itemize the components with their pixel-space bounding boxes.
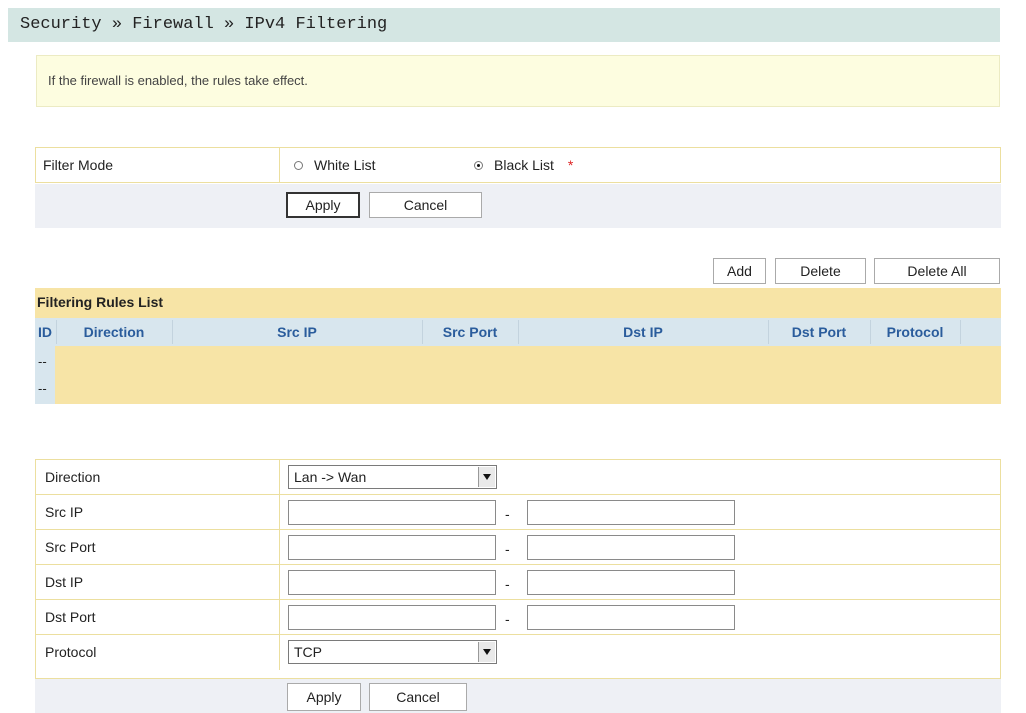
- dst-ip-row: Dst IP -: [36, 565, 1000, 600]
- black-list-radio[interactable]: [474, 160, 483, 170]
- rule-cancel-button[interactable]: Cancel: [369, 683, 467, 711]
- filter-mode-apply-button[interactable]: Apply: [286, 192, 360, 218]
- black-list-option[interactable]: Black List *: [474, 148, 573, 182]
- add-rule-button[interactable]: Add: [713, 258, 766, 284]
- protocol-label: Protocol: [45, 644, 97, 660]
- src-port-row: Src Port -: [36, 530, 1000, 565]
- rules-table-header: ID Direction Src IP Src Port Dst IP Dst …: [35, 318, 1001, 346]
- delete-all-button[interactable]: Delete All: [874, 258, 1000, 284]
- col-direction: Direction: [83, 324, 145, 340]
- src-ip-row: Src IP -: [36, 495, 1000, 530]
- dst-port-end-input[interactable]: [527, 605, 735, 630]
- col-src-port: Src Port: [442, 324, 498, 340]
- rule-form-button-bar: Apply Cancel: [35, 679, 1001, 713]
- chevron-down-icon[interactable]: [478, 642, 495, 662]
- required-mark: *: [567, 157, 574, 173]
- range-separator: -: [505, 506, 510, 522]
- info-notice: If the firewall is enabled, the rules ta…: [36, 55, 1000, 107]
- src-port-end-input[interactable]: [527, 535, 735, 560]
- rule-form: Direction Lan -> Wan Src IP - Src Port -…: [35, 459, 1001, 679]
- divider: [279, 565, 280, 599]
- protocol-row: Protocol TCP: [36, 635, 1000, 670]
- direction-row: Direction Lan -> Wan: [36, 460, 1000, 495]
- rules-list-title: Filtering Rules List: [35, 288, 1001, 318]
- range-separator: -: [505, 611, 510, 627]
- dst-ip-start-input[interactable]: [288, 570, 496, 595]
- src-ip-start-input[interactable]: [288, 500, 496, 525]
- chevron-down-icon[interactable]: [478, 467, 495, 487]
- divider: [279, 530, 280, 564]
- table-row: --: [38, 381, 47, 396]
- col-dst-port: Dst Port: [791, 324, 847, 340]
- filter-mode-cancel-button[interactable]: Cancel: [369, 192, 482, 218]
- rules-table-body: -- --: [35, 346, 1001, 404]
- divider: [960, 320, 961, 344]
- direction-value: Lan -> Wan: [294, 469, 367, 485]
- white-list-option[interactable]: White List: [294, 148, 375, 182]
- delete-rule-button[interactable]: Delete: [775, 258, 866, 284]
- col-dst-ip: Dst IP: [623, 324, 663, 340]
- src-port-start-input[interactable]: [288, 535, 496, 560]
- divider: [279, 148, 280, 182]
- rule-apply-button[interactable]: Apply: [287, 683, 361, 711]
- dst-port-row: Dst Port -: [36, 600, 1000, 635]
- dst-port-label: Dst Port: [45, 609, 96, 625]
- divider: [279, 495, 280, 529]
- src-ip-end-input[interactable]: [527, 500, 735, 525]
- dst-ip-end-input[interactable]: [527, 570, 735, 595]
- white-list-radio[interactable]: [294, 160, 303, 170]
- col-id: ID: [38, 324, 52, 340]
- divider: [279, 600, 280, 634]
- filter-mode-label: Filter Mode: [43, 157, 114, 173]
- table-row: --: [38, 354, 47, 369]
- filter-mode-row: Filter Mode White List Black List *: [35, 147, 1001, 183]
- direction-label: Direction: [45, 469, 101, 485]
- range-separator: -: [505, 541, 510, 557]
- src-ip-label: Src IP: [45, 504, 84, 520]
- range-separator: -: [505, 576, 510, 592]
- protocol-select[interactable]: TCP: [288, 640, 497, 664]
- src-port-label: Src Port: [45, 539, 96, 555]
- divider: [279, 635, 280, 670]
- breadcrumb: Security » Firewall » IPv4 Filtering: [8, 8, 1000, 42]
- dst-port-start-input[interactable]: [288, 605, 496, 630]
- dst-ip-label: Dst IP: [45, 574, 84, 590]
- protocol-value: TCP: [294, 644, 322, 660]
- id-column: -- --: [35, 346, 55, 404]
- col-protocol: Protocol: [886, 324, 944, 340]
- direction-select[interactable]: Lan -> Wan: [288, 465, 497, 489]
- divider: [279, 460, 280, 494]
- white-list-label: White List: [314, 157, 376, 173]
- col-src-ip: Src IP: [277, 324, 317, 340]
- black-list-label: Black List: [494, 157, 554, 173]
- filter-mode-button-bar: Apply Cancel: [35, 184, 1001, 228]
